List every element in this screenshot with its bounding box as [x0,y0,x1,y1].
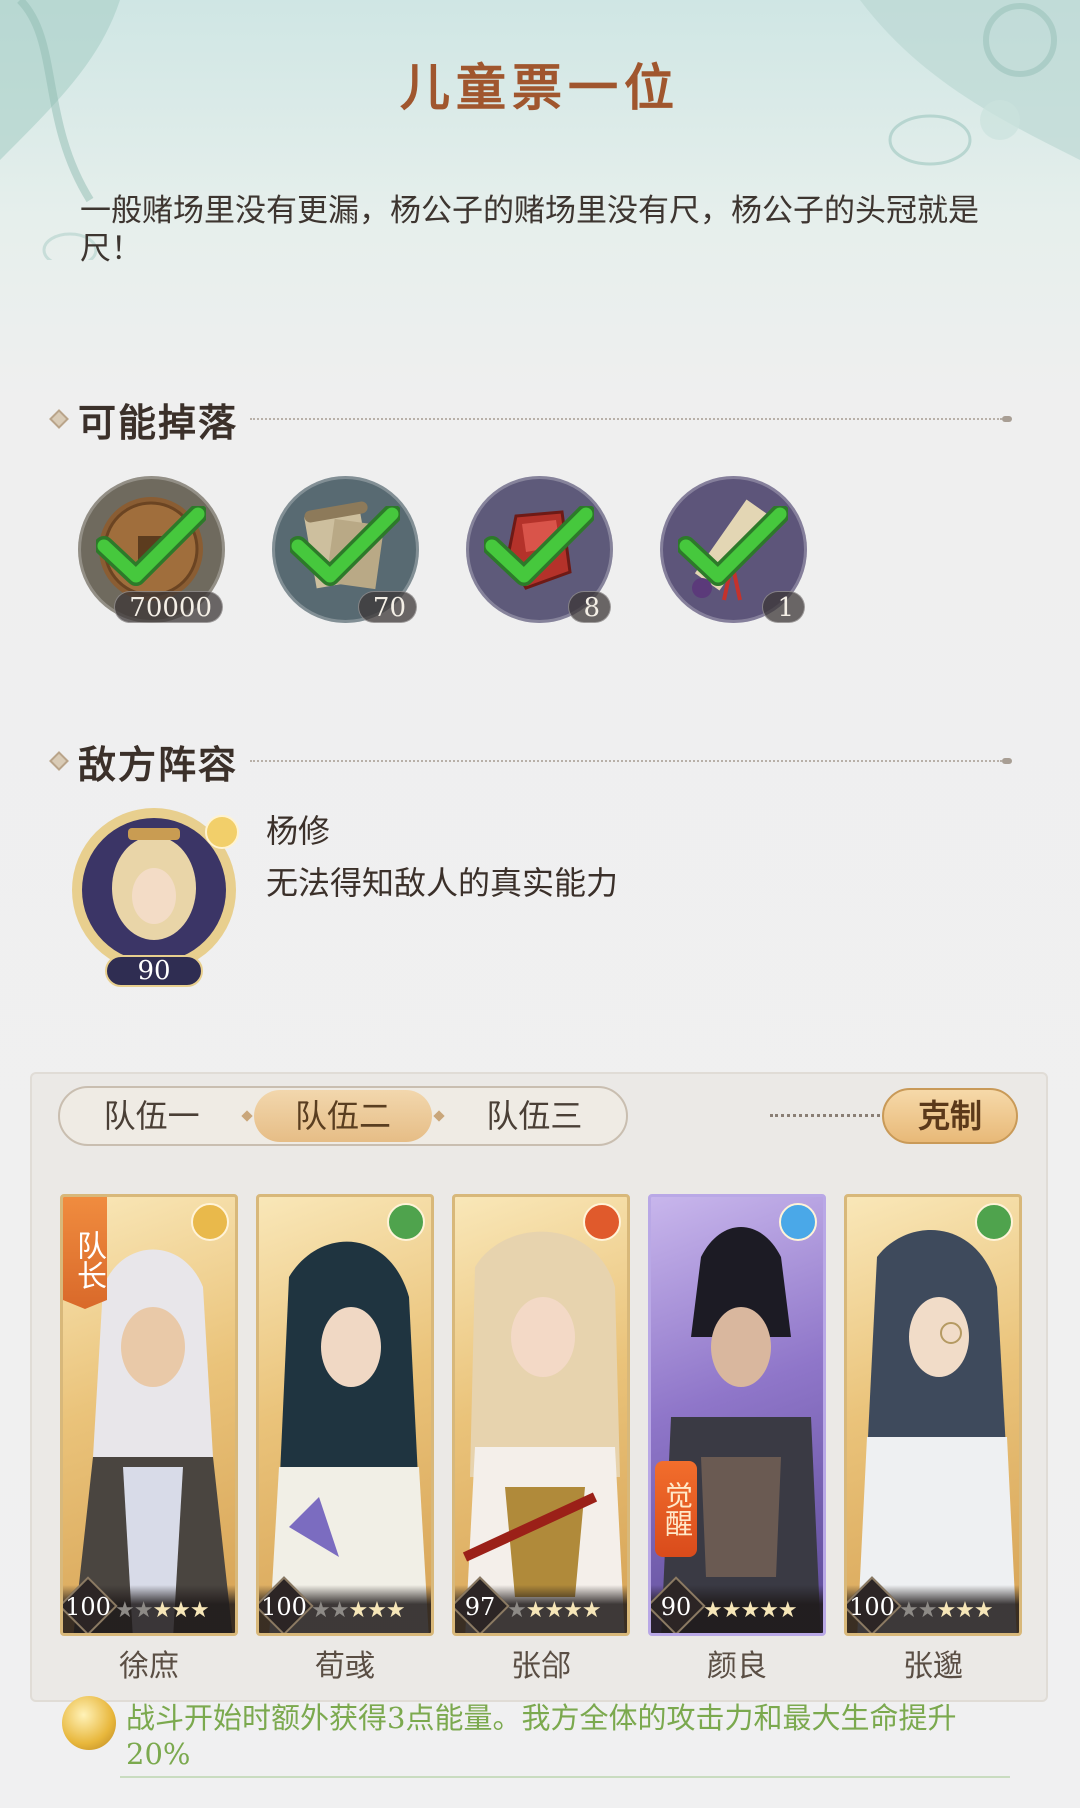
drop-item-coin[interactable]: 70000 [78,476,225,623]
hero-card[interactable]: 觉醒 90 ★★★★★ [648,1194,826,1636]
stage-title: 儿童票一位 [400,58,680,117]
drops-heading: 可能掉落 [78,399,239,445]
drop-count: 8 [568,591,611,623]
team-tabs: 队伍一 队伍二 队伍三 [58,1086,628,1146]
wind-element-icon [975,1203,1013,1241]
enemy-name: 杨修 [266,812,331,850]
drop-item-scroll[interactable]: 70 [272,476,419,623]
hero-level: 100 [261,1593,307,1621]
tab-team-three[interactable]: 队伍三 [446,1090,623,1142]
section-diamond-icon [49,751,69,771]
enemy-avatar[interactable]: 90 [62,798,252,988]
tab-team-two[interactable]: 队伍二 [254,1090,432,1142]
check-icon [96,506,206,586]
hero-name: 张郃 [452,1648,630,1686]
hero-name: 颜良 [648,1648,826,1686]
fire-element-icon [583,1203,621,1241]
hero-name: 徐庶 [60,1648,238,1686]
section-divider [250,418,1002,420]
star-rating: ★★★★★ [311,1598,406,1623]
tab-team-one[interactable]: 队伍一 [63,1090,240,1142]
drop-count: 70000 [114,591,223,623]
hero-portrait [661,1227,821,1633]
section-divider [250,760,1002,762]
star-rating: ★★★★★ [899,1598,994,1623]
enemy-heading: 敌方阵容 [78,741,239,787]
hero-card[interactable]: 队长 100 ★★★★★ [60,1194,238,1636]
drops-section-header: 可能掉落 [49,394,1012,445]
hero-portrait [462,1231,625,1633]
hero-names: 徐庶 荀彧 张郃 颜良 张邈 [60,1648,1022,1686]
drop-list: 70000 70 8 1 [78,476,807,623]
bonus-divider [120,1776,1010,1778]
awaken-badge: 觉醒 [655,1461,697,1557]
hero-portrait [269,1241,429,1633]
moon-element-icon [191,1203,229,1241]
drop-count: 70 [357,591,417,623]
stage-description: 一般赌场里没有更漏，杨公子的赌场里没有尺，杨公子的头冠就是尺！ [80,193,979,267]
hero-level: 100 [65,1593,111,1621]
leader-badge: 队长 [63,1197,107,1309]
hero-card[interactable]: 100 ★★★★★ [256,1194,434,1636]
star-rating: ★★★★★ [507,1598,602,1623]
hero-level: 100 [849,1593,895,1621]
star-rating: ★★★★★ [115,1598,210,1623]
team-panel: 队伍一 队伍二 队伍三 克制 队长 100 ★★★★★ 100 ★★★★★ 97… [30,1072,1048,1702]
hero-level: 90 [660,1593,692,1621]
check-icon [290,506,400,586]
bonus-icon [62,1696,116,1750]
drop-item-sealed-scroll[interactable]: 1 [660,476,807,623]
hero-card[interactable]: 97 ★★★★★ [452,1194,630,1636]
enemy-info: 无法得知敌人的真实能力 [266,864,619,902]
enemy-level: 90 [137,956,170,986]
star-rating: ★★★★★ [703,1598,798,1623]
enemy-section-header: 敌方阵容 [49,736,1012,787]
hero-card[interactable]: 100 ★★★★★ [844,1194,1022,1636]
hero-level: 97 [464,1593,496,1621]
water-element-icon [779,1203,817,1241]
section-diamond-icon [49,409,69,429]
check-icon [678,506,788,586]
drop-count: 1 [762,591,805,623]
wind-element-icon [387,1203,425,1241]
hero-name: 张邈 [844,1648,1022,1686]
hero-portrait [857,1229,1017,1633]
team-cards: 队长 100 ★★★★★ 100 ★★★★★ 97 ★★★★★ 觉醒 90 ★★… [60,1194,1022,1636]
hero-name: 荀彧 [256,1648,434,1686]
bonus-text: 战斗开始时额外获得3点能量。我方全体的攻击力和最大生命提升20% [126,1701,957,1771]
check-icon [484,506,594,586]
drop-item-crystal[interactable]: 8 [466,476,613,623]
counter-button[interactable]: 克制 [882,1088,1018,1144]
